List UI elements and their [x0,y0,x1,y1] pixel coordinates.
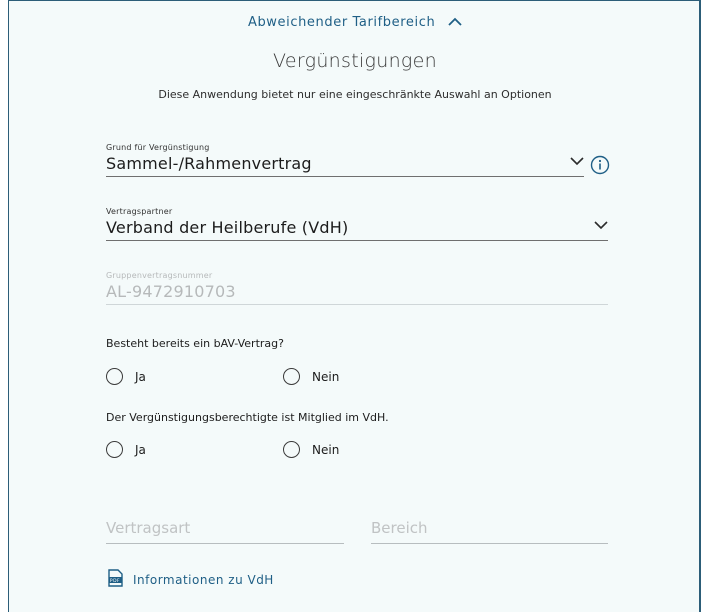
group-contract-number-value: AL-9472910703 [106,282,236,301]
benefits-panel: Abweichender Tarifbereich Vergünstigunge… [8,0,701,612]
radio-circle [283,368,300,385]
bav-question: Besteht bereits ein bAV-Vertrag? [106,337,284,350]
membership-no-radio[interactable]: Nein [283,441,339,458]
area-placeholder: Bereich [371,519,428,537]
group-contract-number-field: Gruppenvertragsnummer AL-9472910703 [106,271,608,305]
membership-yes-label: Ja [135,442,146,457]
radio-circle [106,441,123,458]
group-contract-number-label: Gruppenvertragsnummer [106,271,213,280]
radio-circle [283,441,300,458]
vdh-info-link[interactable]: PDF Informationen zu VdH [108,569,274,590]
page-title: Vergünstigungen [273,50,437,72]
reason-label: Grund für Vergünstigung [106,143,210,152]
tariff-area-toggle[interactable]: Abweichender Tarifbereich [9,15,701,30]
contract-type-field: Vertragsart [106,519,344,544]
partner-label: Vertragspartner [106,207,173,216]
vdh-info-label: Informationen zu VdH [133,572,274,587]
bav-yes-label: Ja [135,369,146,384]
info-icon[interactable] [590,155,610,179]
area-field: Bereich [371,519,608,544]
bav-no-radio[interactable]: Nein [283,368,339,385]
membership-yes-radio[interactable]: Ja [106,441,146,458]
chevron-down-icon [594,215,608,234]
reason-select[interactable]: Grund für Vergünstigung Sammel-/Rahmenve… [106,143,584,177]
contract-type-placeholder: Vertragsart [106,519,191,537]
page-subtitle: Diese Anwendung bietet nur eine eingesch… [158,88,552,101]
chevron-up-icon [448,15,462,30]
tariff-area-toggle-label: Abweichender Tarifbereich [247,15,436,30]
reason-value: Sammel-/Rahmenvertrag [106,154,312,173]
bav-yes-radio[interactable]: Ja [106,368,146,385]
membership-question: Der Vergünstigungsberechtigte ist Mitgli… [106,411,389,424]
pdf-icon: PDF [108,569,123,590]
partner-value: Verband der Heilberufe (VdH) [106,218,349,237]
svg-text:PDF: PDF [110,578,120,584]
chevron-down-icon [570,151,584,170]
bav-no-label: Nein [312,369,340,384]
partner-select[interactable]: Vertragspartner Verband der Heilberufe (… [106,207,608,241]
membership-no-label: Nein [312,442,340,457]
radio-circle [106,368,123,385]
